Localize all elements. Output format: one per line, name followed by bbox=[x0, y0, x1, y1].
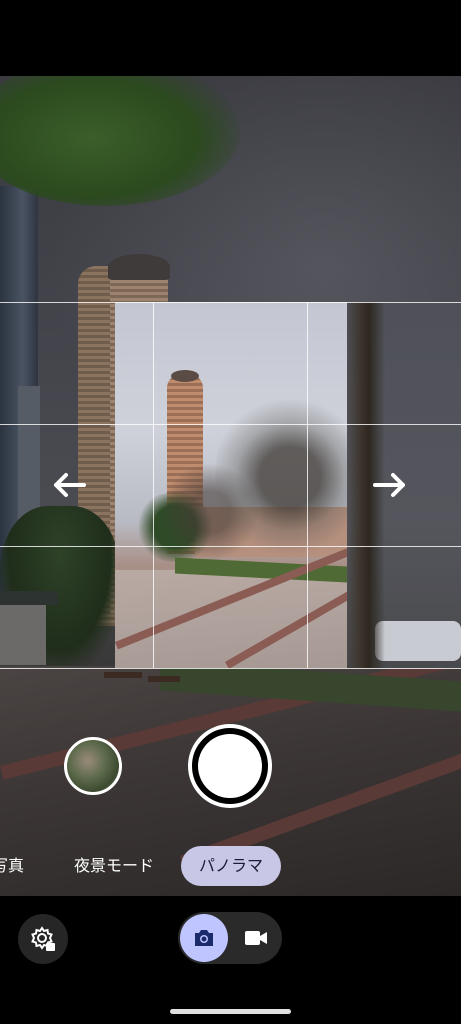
shutter-button[interactable] bbox=[188, 724, 272, 808]
settings-gear-icon bbox=[31, 926, 55, 951]
arrow-left-icon bbox=[48, 470, 88, 500]
mode-panorama[interactable]: パノラマ bbox=[181, 846, 282, 886]
mode-photo[interactable]: 写真 bbox=[0, 846, 24, 886]
parked-cars bbox=[375, 621, 461, 661]
status-bar bbox=[0, 0, 461, 76]
grid-line-vertical bbox=[307, 302, 308, 668]
bench bbox=[104, 672, 142, 678]
grid-line-horizontal bbox=[0, 302, 461, 303]
arrow-right-icon bbox=[371, 470, 411, 500]
photo-mode-button[interactable] bbox=[180, 914, 228, 962]
settings-button[interactable] bbox=[18, 914, 68, 964]
grid-line-horizontal bbox=[0, 668, 461, 669]
bus-shelter-roof bbox=[0, 591, 58, 605]
bench bbox=[148, 676, 180, 682]
gallery-thumbnail[interactable] bbox=[64, 737, 122, 795]
shutter-button-inner bbox=[198, 734, 262, 798]
bus-shelter bbox=[0, 605, 46, 665]
grid-line-horizontal bbox=[0, 546, 461, 547]
grid-line-vertical bbox=[153, 302, 154, 668]
home-indicator[interactable] bbox=[170, 1009, 291, 1014]
camera-icon bbox=[195, 930, 213, 946]
preview-tower-roof bbox=[171, 370, 199, 382]
panorama-preview bbox=[115, 302, 347, 668]
video-camera-icon bbox=[245, 931, 267, 945]
video-mode-button[interactable] bbox=[232, 914, 280, 962]
grid-line-horizontal bbox=[0, 424, 461, 425]
mode-night[interactable]: 夜景モード bbox=[74, 846, 154, 886]
mode-selector: 写真 夜景モード パノラマ bbox=[0, 846, 461, 886]
tower-roof bbox=[108, 254, 170, 280]
